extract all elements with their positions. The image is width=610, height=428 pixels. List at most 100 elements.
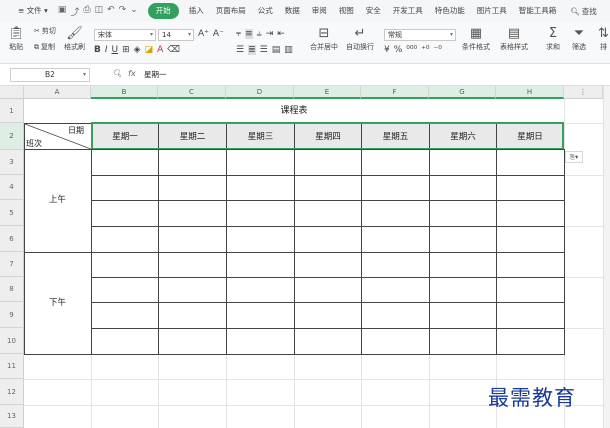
schedule-cell[interactable] xyxy=(226,175,295,201)
tab-insert[interactable]: 插入 xyxy=(183,3,210,19)
row-header-6[interactable]: 6 xyxy=(0,226,24,252)
schedule-cell[interactable] xyxy=(429,226,497,253)
column-header-g[interactable]: G xyxy=(429,86,496,99)
schedule-cell[interactable] xyxy=(158,328,227,355)
day-header-saturday[interactable]: 星期六 xyxy=(429,123,497,149)
indent-icon[interactable]: ⇥ xyxy=(266,29,274,39)
font-color-icon[interactable]: A xyxy=(157,45,163,55)
schedule-cell[interactable] xyxy=(158,277,227,303)
schedule-cell[interactable] xyxy=(226,277,295,303)
outdent-icon[interactable]: ⇤ xyxy=(277,29,285,39)
schedule-cell[interactable] xyxy=(226,149,295,176)
tab-features[interactable]: 特色功能 xyxy=(429,3,471,19)
font-name-select[interactable]: 宋体 ▾ xyxy=(94,29,156,41)
number-format-select[interactable]: 常规 ▾ xyxy=(384,29,456,41)
row-header-5[interactable]: 5 xyxy=(0,200,24,226)
thousands-icon[interactable]: ⁰⁰⁰ xyxy=(406,45,417,55)
merge-center-button[interactable]: ⊟ 合并居中 xyxy=(310,26,338,52)
schedule-cell[interactable] xyxy=(361,226,430,253)
name-box[interactable]: B2 ▾ xyxy=(10,68,90,82)
align-center-icon[interactable]: ≣ xyxy=(248,45,256,55)
column-header-a[interactable]: A xyxy=(24,86,91,99)
schedule-cell[interactable] xyxy=(496,328,565,355)
increase-font-icon[interactable]: A⁺ xyxy=(198,29,209,39)
wrap-text-button[interactable]: ↵ 自动换行 xyxy=(346,26,374,52)
table-style-button[interactable]: ▤ 表格样式 xyxy=(500,26,528,52)
day-header-thursday[interactable]: 星期四 xyxy=(294,123,362,149)
highlight-icon[interactable]: ◪ xyxy=(145,45,154,55)
print-icon[interactable]: ⎙ xyxy=(83,5,90,18)
decrease-font-icon[interactable]: A⁻ xyxy=(213,29,224,39)
align-top-icon[interactable]: ⫧ xyxy=(236,29,241,39)
schedule-cell[interactable] xyxy=(91,175,159,201)
schedule-cell[interactable] xyxy=(294,328,362,355)
sort-button[interactable]: ⇅ 排 xyxy=(598,26,609,52)
bold-icon[interactable]: B xyxy=(94,45,101,55)
sum-button[interactable]: Σ 求和 xyxy=(546,26,560,52)
schedule-cell[interactable] xyxy=(226,200,295,227)
row-header-7[interactable]: 7 xyxy=(0,252,24,277)
schedule-cell[interactable] xyxy=(361,252,430,278)
schedule-cell[interactable] xyxy=(429,149,497,176)
schedule-cell[interactable] xyxy=(226,226,295,253)
search-box[interactable]: 🔍︎ 查找 xyxy=(570,6,597,17)
schedule-cell[interactable] xyxy=(158,226,227,253)
paste-button[interactable]: 📋︎ 粘贴 xyxy=(8,26,25,52)
italic-icon[interactable]: I xyxy=(105,45,108,55)
column-header-h[interactable]: H xyxy=(496,86,564,99)
schedule-cell[interactable] xyxy=(361,302,430,329)
cut-button[interactable]: ✂ 剪切 xyxy=(34,26,56,36)
schedule-cell[interactable] xyxy=(158,302,227,329)
tab-review[interactable]: 审阅 xyxy=(306,3,333,19)
row-header-12[interactable]: 12 xyxy=(0,379,24,405)
filter-button[interactable]: ⏷ 筛选 xyxy=(572,26,586,52)
schedule-cell[interactable] xyxy=(91,328,159,355)
align-left-icon[interactable]: ☰ xyxy=(236,45,244,55)
align-middle-icon[interactable]: ≡ xyxy=(245,29,253,39)
tab-security[interactable]: 安全 xyxy=(360,3,387,19)
day-header-friday[interactable]: 星期五 xyxy=(361,123,430,149)
row-header-8[interactable]: 8 xyxy=(0,277,24,302)
percent-icon[interactable]: % xyxy=(394,45,403,55)
column-header-d[interactable]: D xyxy=(226,86,294,99)
schedule-cell[interactable] xyxy=(496,252,565,278)
format-painter-button[interactable]: 🖌︎ 格式刷 xyxy=(64,26,85,52)
schedule-cell[interactable] xyxy=(361,277,430,303)
schedule-cell[interactable] xyxy=(226,252,295,278)
row-header-11[interactable]: 11 xyxy=(0,354,24,379)
schedule-cell[interactable] xyxy=(429,302,497,329)
underline-icon[interactable]: U xyxy=(112,45,119,55)
currency-icon[interactable]: ¥ xyxy=(384,45,390,55)
conditional-format-button[interactable]: ▦ 条件格式 xyxy=(462,26,490,52)
fx-icon[interactable]: fx xyxy=(128,69,136,78)
clear-format-icon[interactable]: ⌫ xyxy=(167,45,180,55)
schedule-cell[interactable] xyxy=(429,175,497,201)
tab-home[interactable]: 开始 xyxy=(147,3,179,19)
redo-icon[interactable]: ↷ xyxy=(119,5,127,18)
formula-input[interactable]: 星期一 xyxy=(144,68,604,82)
day-header-wednesday[interactable]: 星期三 xyxy=(226,123,295,149)
schedule-title[interactable]: 课程表 xyxy=(24,99,564,123)
tab-formulas[interactable]: 公式 xyxy=(252,3,279,19)
paste-options-icon[interactable]: ⎘▾ xyxy=(565,151,583,163)
tab-picture-tools[interactable]: 图片工具 xyxy=(471,3,513,19)
column-header-c[interactable]: C xyxy=(158,86,226,99)
vertical-scrollbar[interactable] xyxy=(603,86,610,428)
schedule-cell[interactable] xyxy=(361,175,430,201)
schedule-cell[interactable] xyxy=(91,252,159,278)
day-header-monday[interactable]: 星期一 xyxy=(91,123,159,149)
justify-icon[interactable]: ▤ xyxy=(272,45,281,55)
schedule-cell[interactable] xyxy=(91,200,159,227)
schedule-cell[interactable] xyxy=(294,175,362,201)
row-header-3[interactable]: 3 xyxy=(0,150,24,175)
align-bottom-icon[interactable]: ⫨ xyxy=(257,29,262,39)
select-all-corner[interactable] xyxy=(0,86,24,99)
schedule-cell[interactable] xyxy=(496,200,565,227)
schedule-cell[interactable] xyxy=(158,252,227,278)
schedule-cell[interactable] xyxy=(429,277,497,303)
border-icon[interactable]: ⊞ xyxy=(122,45,130,55)
save-icon[interactable]: ▣ xyxy=(58,5,67,18)
file-menu[interactable]: ≡ 文件 ▾ xyxy=(12,3,54,19)
schedule-cell[interactable] xyxy=(158,200,227,227)
schedule-cell[interactable] xyxy=(294,277,362,303)
